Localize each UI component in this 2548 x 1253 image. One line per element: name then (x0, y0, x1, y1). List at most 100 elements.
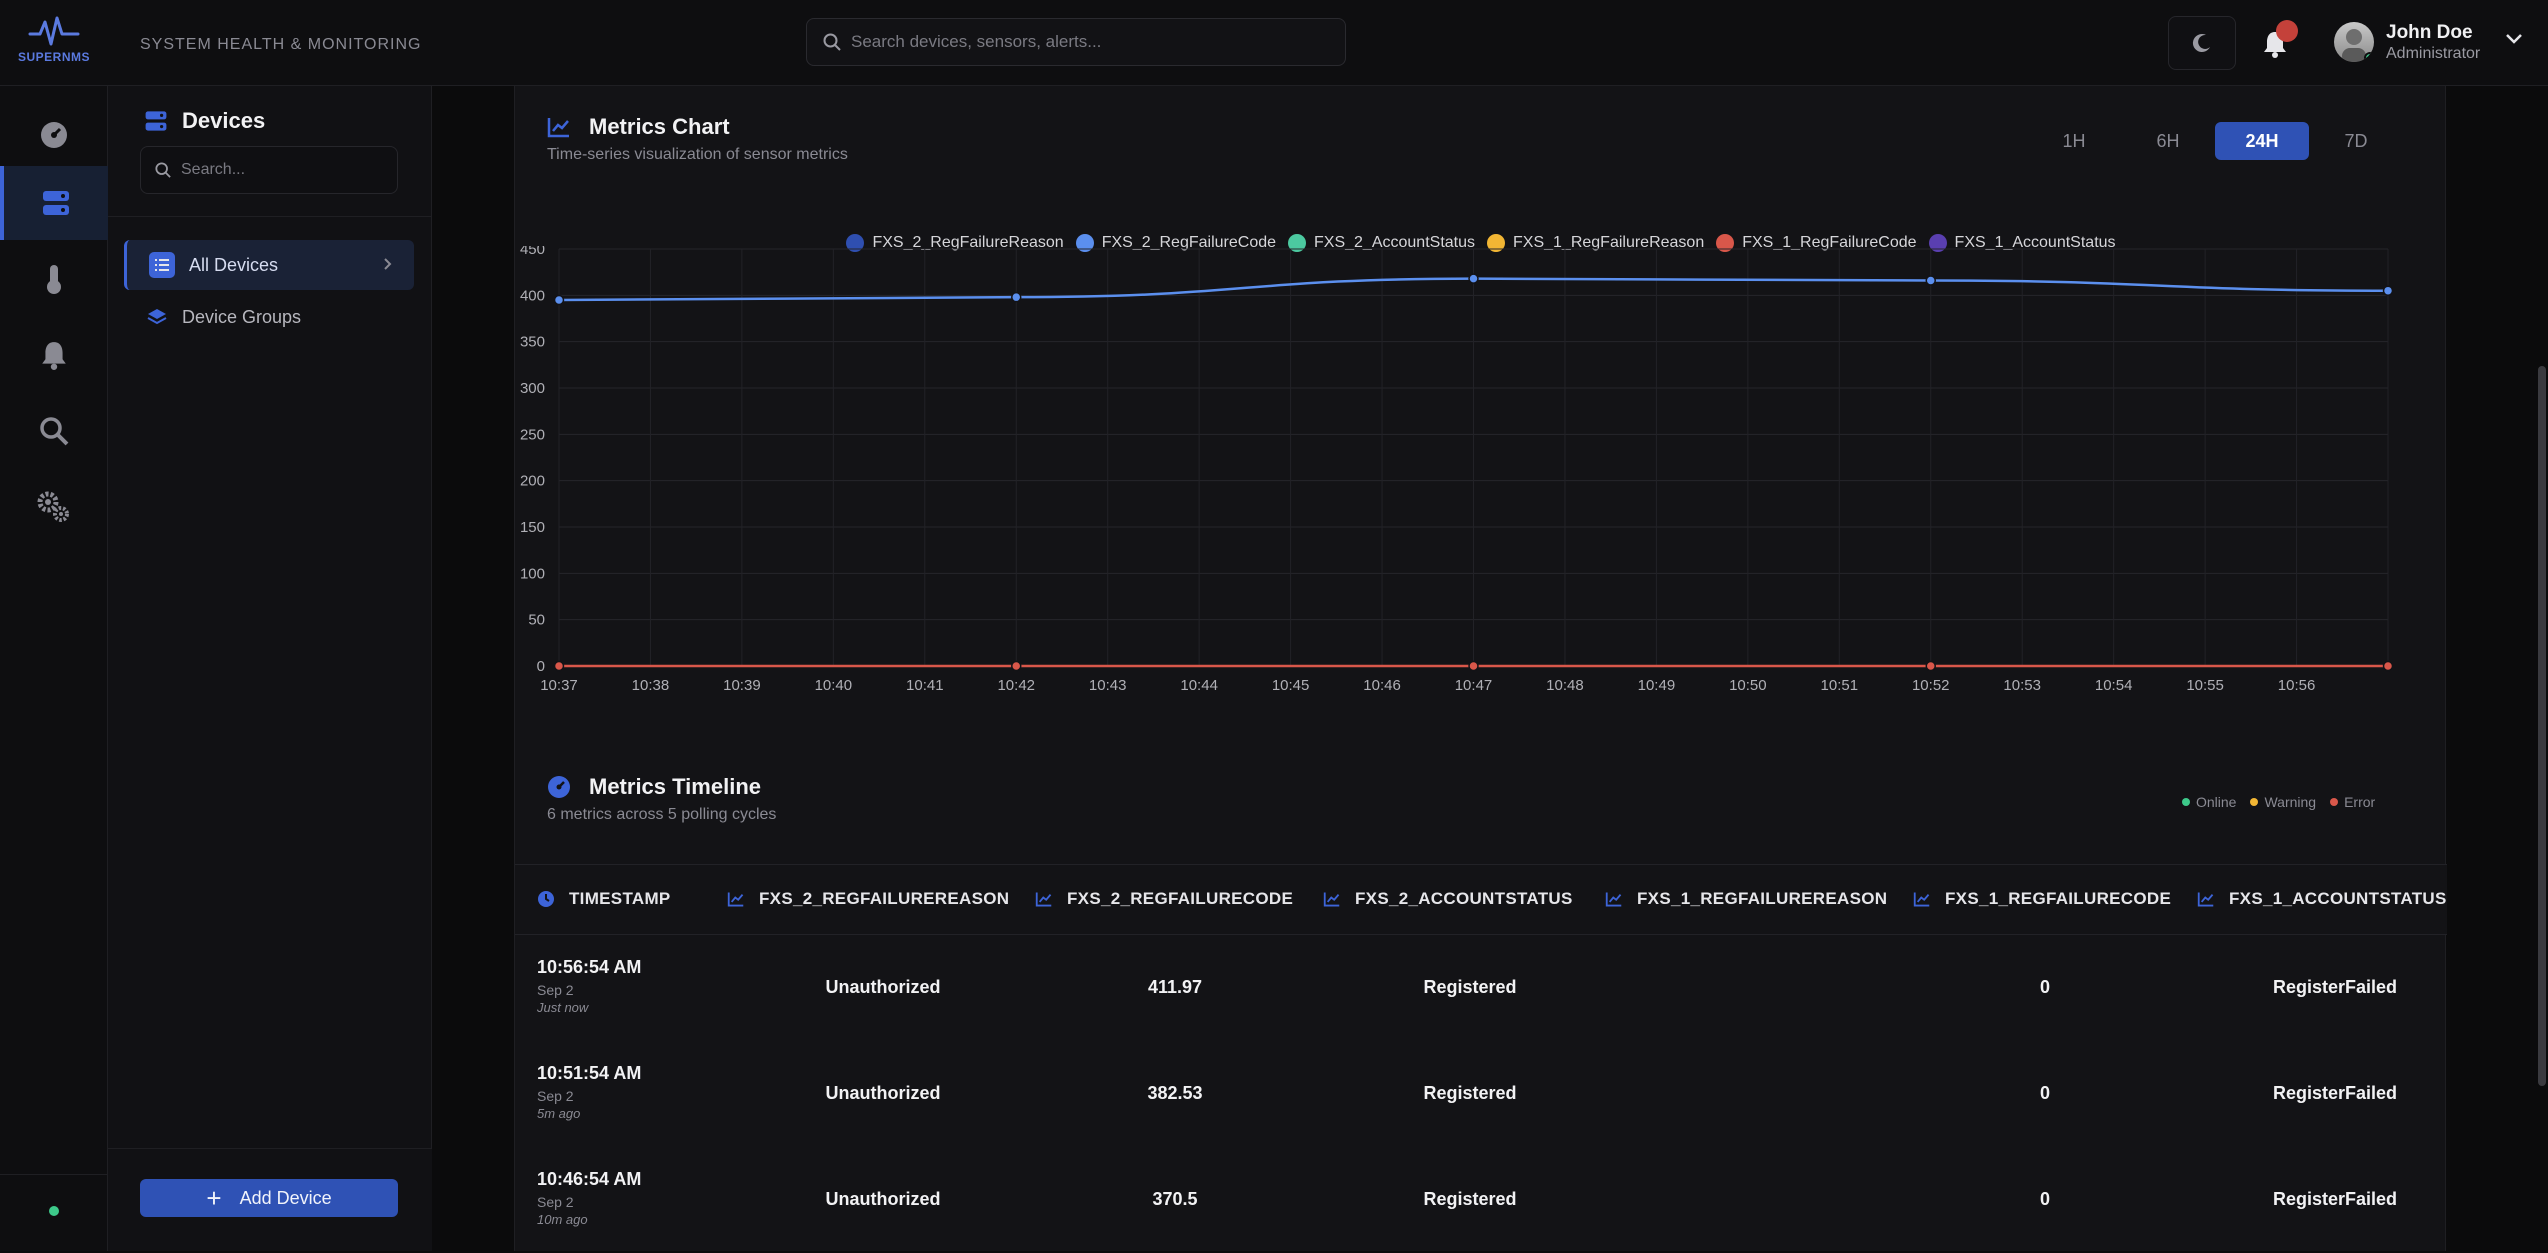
data-point (1925, 660, 1936, 672)
x-tick-label: 10:38 (632, 677, 670, 694)
data-point (1011, 660, 1022, 672)
x-tick-label: 10:37 (540, 677, 578, 694)
cell-fxs1-accountstatus: RegisterFailed (2272, 1189, 2398, 1209)
y-tick-label: 450 (520, 246, 545, 258)
y-tick-label: 200 (520, 473, 545, 490)
column-header-fxs2-regfailurereason[interactable]: FXS_2_REGFAILUREREASON (727, 889, 1009, 909)
cell-fxs2-regfailurecode: 411.97 (1147, 977, 1203, 997)
row-date: Sep 2 (537, 982, 574, 998)
status-legend-error: Error (2330, 794, 2375, 810)
theme-toggle-button[interactable] (2168, 16, 2236, 70)
rail-item-dashboard[interactable] (0, 98, 108, 172)
sidebar-item-all-devices[interactable]: All Devices (124, 240, 414, 290)
x-tick-label: 10:41 (906, 677, 944, 694)
notifications-button[interactable] (2258, 20, 2298, 60)
system-title: SYSTEM HEALTH & MONITORING (140, 36, 422, 53)
rail-item-search[interactable] (0, 394, 108, 468)
chevron-down-icon (2506, 34, 2522, 44)
moon-icon (2192, 34, 2210, 53)
sidebar-search-input[interactable] (181, 147, 381, 193)
status-label: Warning (2264, 794, 2317, 810)
line-chart-icon (727, 892, 744, 907)
table-row[interactable]: 10:51:54 AM Sep 2 5m ago Unauthorized 38… (515, 1041, 2447, 1147)
status-label: Online (2196, 794, 2237, 810)
column-header-fxs2-accountstatus[interactable]: FXS_2_ACCOUNTSTATUS (1323, 889, 1573, 909)
cell-fxs2-accountstatus: Registered (1423, 1189, 1517, 1209)
rail-divider (0, 1174, 108, 1175)
range-1h-button[interactable]: 1H (2027, 122, 2121, 160)
cell-fxs2-accountstatus: Registered (1423, 977, 1517, 997)
column-header-fxs1-accountstatus[interactable]: FXS_1_ACCOUNTSTATUS (2197, 889, 2447, 909)
metrics-chart-header: Metrics Chart (547, 114, 730, 140)
status-legend-warning: Warning (2250, 794, 2316, 810)
x-tick-label: 10:54 (2095, 677, 2133, 694)
notification-badge (2276, 20, 2298, 42)
x-tick-label: 10:55 (2186, 677, 2224, 694)
x-tick-label: 10:44 (1180, 677, 1218, 694)
column-label: FXS_2_REGFAILUREREASON (759, 889, 1010, 908)
avatar (2334, 22, 2374, 62)
table-row[interactable]: 10:56:54 AM Sep 2 Just now Unauthorized … (515, 935, 2447, 1041)
page-scrollbar[interactable] (2538, 366, 2546, 1086)
table-row[interactable]: 10:46:54 AM Sep 2 10m ago Unauthorized 3… (515, 1147, 2447, 1253)
y-tick-label: 50 (528, 612, 545, 629)
sidebar-item-device-groups[interactable]: Device Groups (124, 292, 414, 342)
row-time: 10:46:54 AM (537, 1169, 642, 1189)
metrics-chart-subtitle: Time-series visualization of sensor metr… (547, 146, 848, 163)
cell-fxs1-regfailurecode: 0 (2039, 1189, 2050, 1209)
layers-icon (147, 309, 167, 325)
time-range-selector: 1H 6H 24H 7D (2027, 122, 2403, 162)
sidebar-search[interactable] (140, 146, 398, 194)
column-header-fxs2-regfailurecode[interactable]: FXS_2_REGFAILURECODE (1035, 889, 1293, 909)
add-device-button[interactable]: + Add Device (140, 1179, 398, 1217)
column-label: TIMESTAMP (569, 889, 671, 908)
rail-item-settings[interactable] (0, 470, 108, 544)
rail-item-sensors[interactable] (0, 242, 108, 316)
row-date: Sep 2 (537, 1088, 574, 1104)
metrics-timeline-title: Metrics Timeline (589, 774, 761, 799)
global-search[interactable] (806, 18, 1346, 66)
cell-fxs1-regfailurecode: 0 (2039, 1083, 2050, 1103)
column-header-timestamp[interactable]: TIMESTAMP (537, 889, 671, 909)
cell-fxs1-accountstatus: RegisterFailed (2272, 977, 2398, 997)
thermometer-icon (47, 265, 61, 294)
row-relative-time: Just now (537, 1000, 589, 1015)
clock-icon (538, 891, 554, 907)
line-chart-icon (1323, 892, 1340, 907)
x-tick-label: 10:49 (1638, 677, 1676, 694)
sidebar-title: Devices (182, 108, 266, 133)
range-7d-button[interactable]: 7D (2309, 122, 2403, 160)
icon-rail (0, 86, 108, 1251)
x-tick-label: 10:45 (1272, 677, 1310, 694)
user-name: John Doe (2386, 22, 2473, 43)
column-header-fxs1-regfailurecode[interactable]: FXS_1_REGFAILURECODE (1913, 889, 2171, 909)
y-tick-label: 100 (520, 565, 545, 582)
devices-sidebar: Devices All Devices Device Groups + Ad (108, 86, 432, 1251)
range-24h-button[interactable]: 24H (2215, 122, 2309, 160)
column-header-fxs1-regfailurereason[interactable]: FXS_1_REGFAILUREREASON (1605, 889, 1887, 909)
global-search-input[interactable] (851, 19, 1331, 65)
cell-fxs2-regfailurecode: 382.53 (1147, 1083, 1203, 1103)
metrics-chart-title: Metrics Chart (589, 114, 730, 139)
metrics-panel: Metrics Chart Time-series visualization … (514, 86, 2447, 1253)
data-point (1925, 275, 1936, 286)
status-legend: Online Warning Error (2168, 794, 2375, 810)
devices-icon (145, 111, 167, 131)
cell-fxs2-regfailurereason: Unauthorized (825, 1083, 941, 1103)
x-tick-label: 10:53 (2003, 677, 2041, 694)
rail-item-alerts[interactable] (0, 318, 108, 392)
rail-item-devices[interactable] (0, 166, 108, 240)
column-label: FXS_2_ACCOUNTSTATUS (1355, 889, 1573, 908)
app-logo[interactable]: SUPERNMS (18, 14, 90, 70)
devices-icon (43, 191, 69, 215)
pulse-logo-icon (28, 16, 80, 46)
sidebar-item-label: Device Groups (182, 306, 302, 327)
dashboard-icon (41, 122, 67, 148)
y-tick-label: 300 (520, 380, 545, 397)
cell-fxs2-accountstatus: Registered (1423, 1083, 1517, 1103)
column-label: FXS_1_ACCOUNTSTATUS (2229, 889, 2447, 908)
user-menu[interactable]: John Doe Administrator (2334, 20, 2534, 68)
x-tick-label: 10:51 (1821, 677, 1859, 694)
range-6h-button[interactable]: 6H (2121, 122, 2215, 160)
table-header: TIMESTAMP FXS_2_REGFAILUREREASON FXS_2_R… (515, 865, 2447, 935)
